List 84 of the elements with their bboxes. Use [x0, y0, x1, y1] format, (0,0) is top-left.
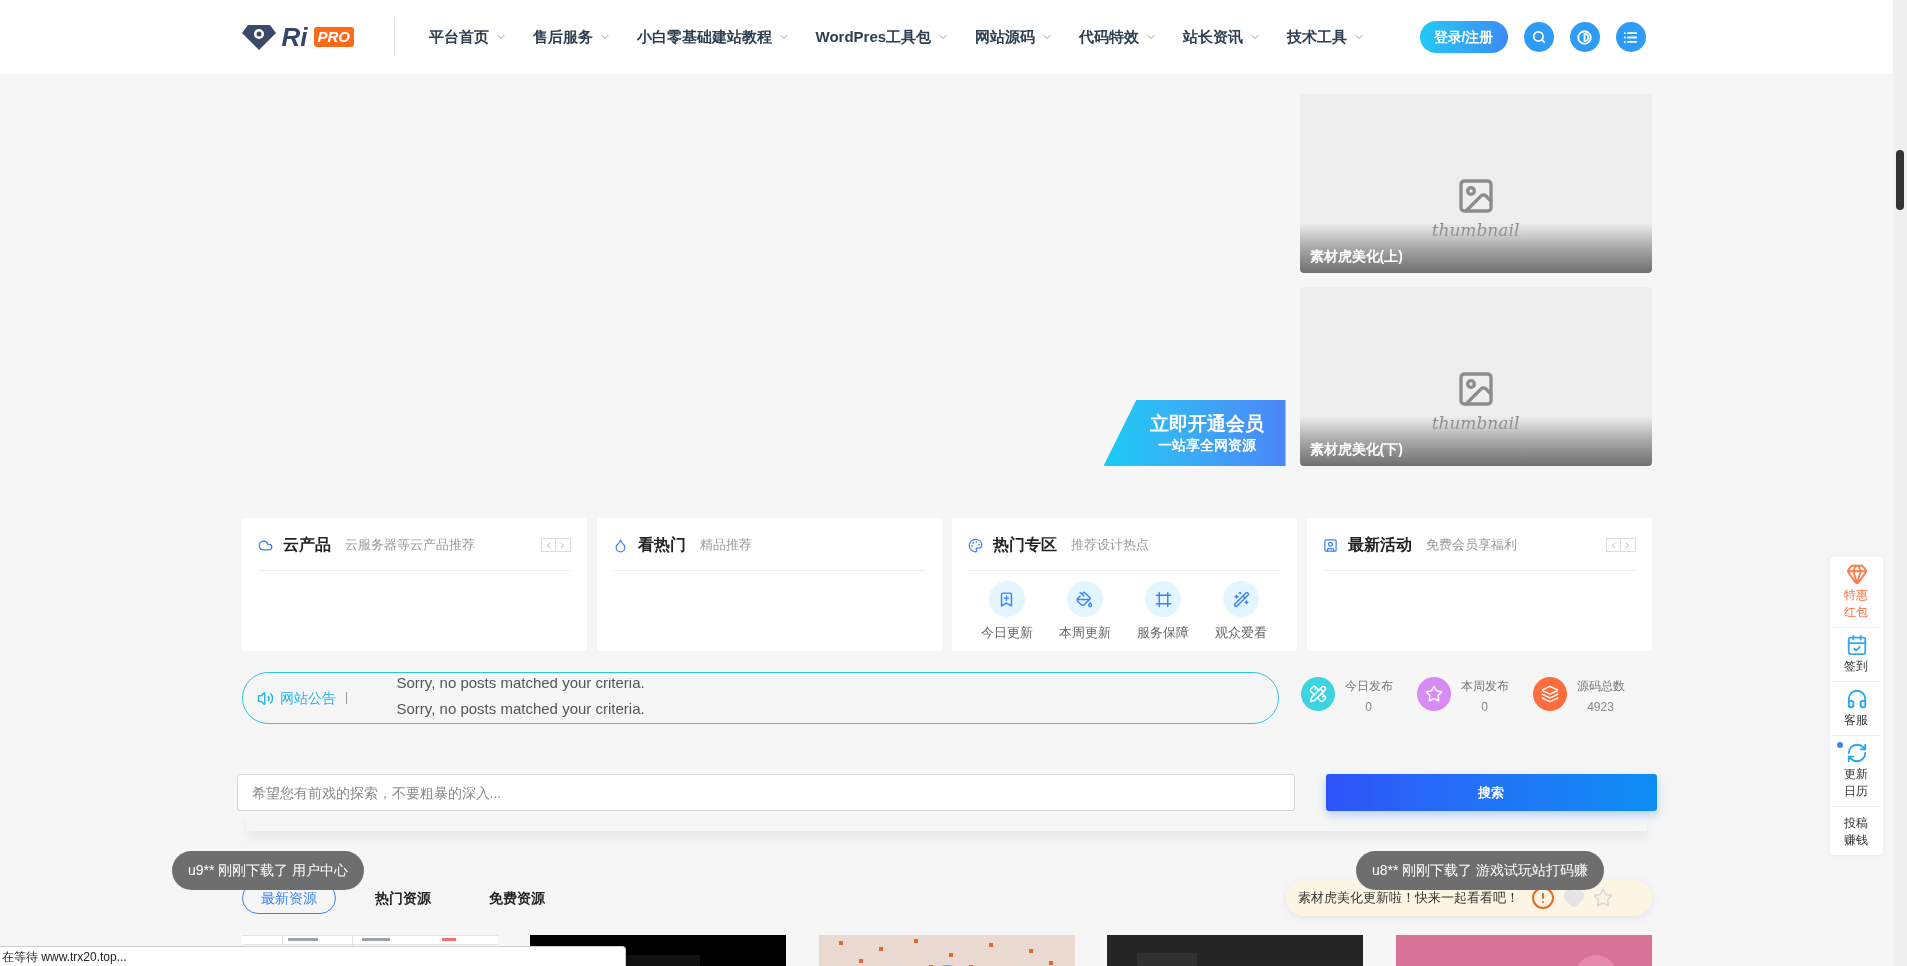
headset-icon — [1845, 688, 1868, 710]
chevron-right-icon — [558, 540, 567, 550]
sidebar-item[interactable]: 客服 — [1833, 681, 1880, 735]
refresh-icon — [1845, 742, 1868, 764]
star-icon[interactable] — [1592, 888, 1613, 908]
quick-link-label: 服务保障 — [1137, 624, 1190, 642]
nav-menu-item[interactable]: 平台首页 — [428, 25, 507, 49]
alert-text: 素材虎美化更新啦！快来一起看看吧！ — [1297, 889, 1519, 908]
quick-link[interactable]: 今日更新 — [967, 581, 1046, 643]
quick-link[interactable]: 本周更新 — [1045, 581, 1124, 643]
card-subtitle: 免费会员享福利 — [1425, 536, 1517, 555]
quick-link[interactable]: 服务保障 — [1124, 581, 1203, 643]
cloud-icon — [257, 537, 273, 553]
calendar-check-icon — [1845, 634, 1868, 656]
sidebar-item[interactable]: 签到 — [1833, 627, 1880, 681]
placeholder-text: thumbnail — [1431, 219, 1520, 242]
paint-bucket-badge-icon — [1066, 581, 1103, 617]
announcement-text: Sorry, no posts matched your criteria. — [396, 678, 645, 693]
previous-button[interactable] — [540, 538, 556, 552]
bookmark-badge-icon — [988, 581, 1025, 617]
download-toast: u9** 刚刚下载了 用户中心 — [172, 851, 365, 890]
frame-badge-icon — [1145, 581, 1182, 617]
card-title: 最新活动 — [1347, 535, 1412, 555]
resource-tab[interactable]: 免费资源 — [469, 882, 564, 914]
post-title: 素材虎美化(上) — [1309, 247, 1403, 266]
announcement-label: 网站公告 — [279, 688, 336, 708]
stat-label: 源码总数 — [1576, 678, 1625, 695]
card-title: 云产品 — [282, 535, 331, 555]
stat-value: 0 — [1481, 699, 1488, 716]
nav-menu-item[interactable]: 小白零基础建站教程 — [636, 25, 790, 49]
previous-button[interactable] — [1605, 538, 1621, 552]
stat-label: 今日发布 — [1344, 678, 1393, 695]
quick-link-label: 观众爱看 — [1215, 624, 1268, 642]
quick-link-label: 今日更新 — [980, 624, 1033, 642]
droplet-icon — [612, 537, 628, 553]
menu-icon — [1623, 29, 1638, 45]
scrollbar-thumb[interactable] — [1896, 150, 1904, 210]
nav-menu-item[interactable]: 技术工具 — [1287, 25, 1366, 49]
nav-menu-item[interactable]: 网站源码 — [975, 25, 1054, 49]
search-icon — [1531, 30, 1546, 44]
nav-menu-item[interactable]: 售后服务 — [532, 25, 611, 49]
sidebar-item[interactable]: 投稿赚钱 — [1833, 806, 1880, 855]
chevron-right-icon — [1623, 540, 1632, 550]
stat-label: 本周发布 — [1460, 678, 1509, 695]
nav-menu-item[interactable]: 站长资讯 — [1183, 25, 1262, 49]
download-toast: u8** 刚刚下载了 游戏试玩站打码赚 — [1356, 851, 1605, 890]
post-title: 素材虎美化(下) — [1309, 440, 1403, 459]
card-subtitle: 推荐设计热点 — [1070, 536, 1149, 555]
logo-text: Ri — [281, 24, 308, 50]
announcement-text: Sorry, no posts matched your criteria. — [396, 699, 645, 718]
palette-icon — [967, 537, 983, 553]
card-subtitle: 云服务器等云产品推荐 — [344, 536, 475, 555]
theme-toggle-button[interactable] — [1569, 22, 1600, 52]
search-field[interactable]: 希望您有前戏的探索，不要粗暴的深入... — [236, 774, 1295, 811]
search-button[interactable] — [1523, 22, 1554, 52]
sidebar-item-label: 投稿赚钱 — [1843, 815, 1870, 849]
quick-link-label: 本周更新 — [1058, 624, 1111, 642]
card-title: 热门专区 — [992, 535, 1057, 555]
nav-menu-item[interactable]: WordPres工具包 — [815, 25, 950, 49]
sidebar-item[interactable]: 更新日历 — [1833, 735, 1880, 806]
sidebar-item-label: 客服 — [1843, 712, 1870, 729]
stat-value: 0 — [1365, 699, 1372, 716]
quick-link[interactable]: 观众爱看 — [1202, 581, 1281, 643]
search-submit-button[interactable]: 搜索 — [1325, 774, 1657, 811]
card-title: 看热门 — [637, 535, 686, 555]
nav-menu-item[interactable]: 代码特效 — [1079, 25, 1158, 49]
diamond-logo-icon — [241, 24, 276, 50]
heart-icon[interactable] — [1562, 887, 1585, 909]
contrast-icon — [1577, 29, 1592, 45]
stat-value: 4923 — [1587, 699, 1614, 716]
sidebar-item-label: 更新日历 — [1843, 766, 1870, 800]
sidebar-item-label: 签到 — [1843, 658, 1870, 675]
contact-card-icon — [1322, 537, 1338, 553]
card-subtitle: 精品推荐 — [699, 536, 752, 555]
status-text: 在等待 www.trx20.top... — [2, 948, 127, 966]
magic-wand-badge-icon — [1223, 581, 1260, 617]
gem-icon — [1845, 563, 1868, 585]
logo-badge: PRO — [313, 27, 354, 47]
sidebar-item-label: 特惠红包 — [1843, 587, 1870, 621]
next-button[interactable] — [1620, 538, 1636, 552]
placeholder-text: thumbnail — [1431, 412, 1520, 435]
menu-button[interactable] — [1615, 22, 1646, 52]
next-button[interactable] — [555, 538, 571, 552]
speaker-icon — [256, 689, 274, 707]
